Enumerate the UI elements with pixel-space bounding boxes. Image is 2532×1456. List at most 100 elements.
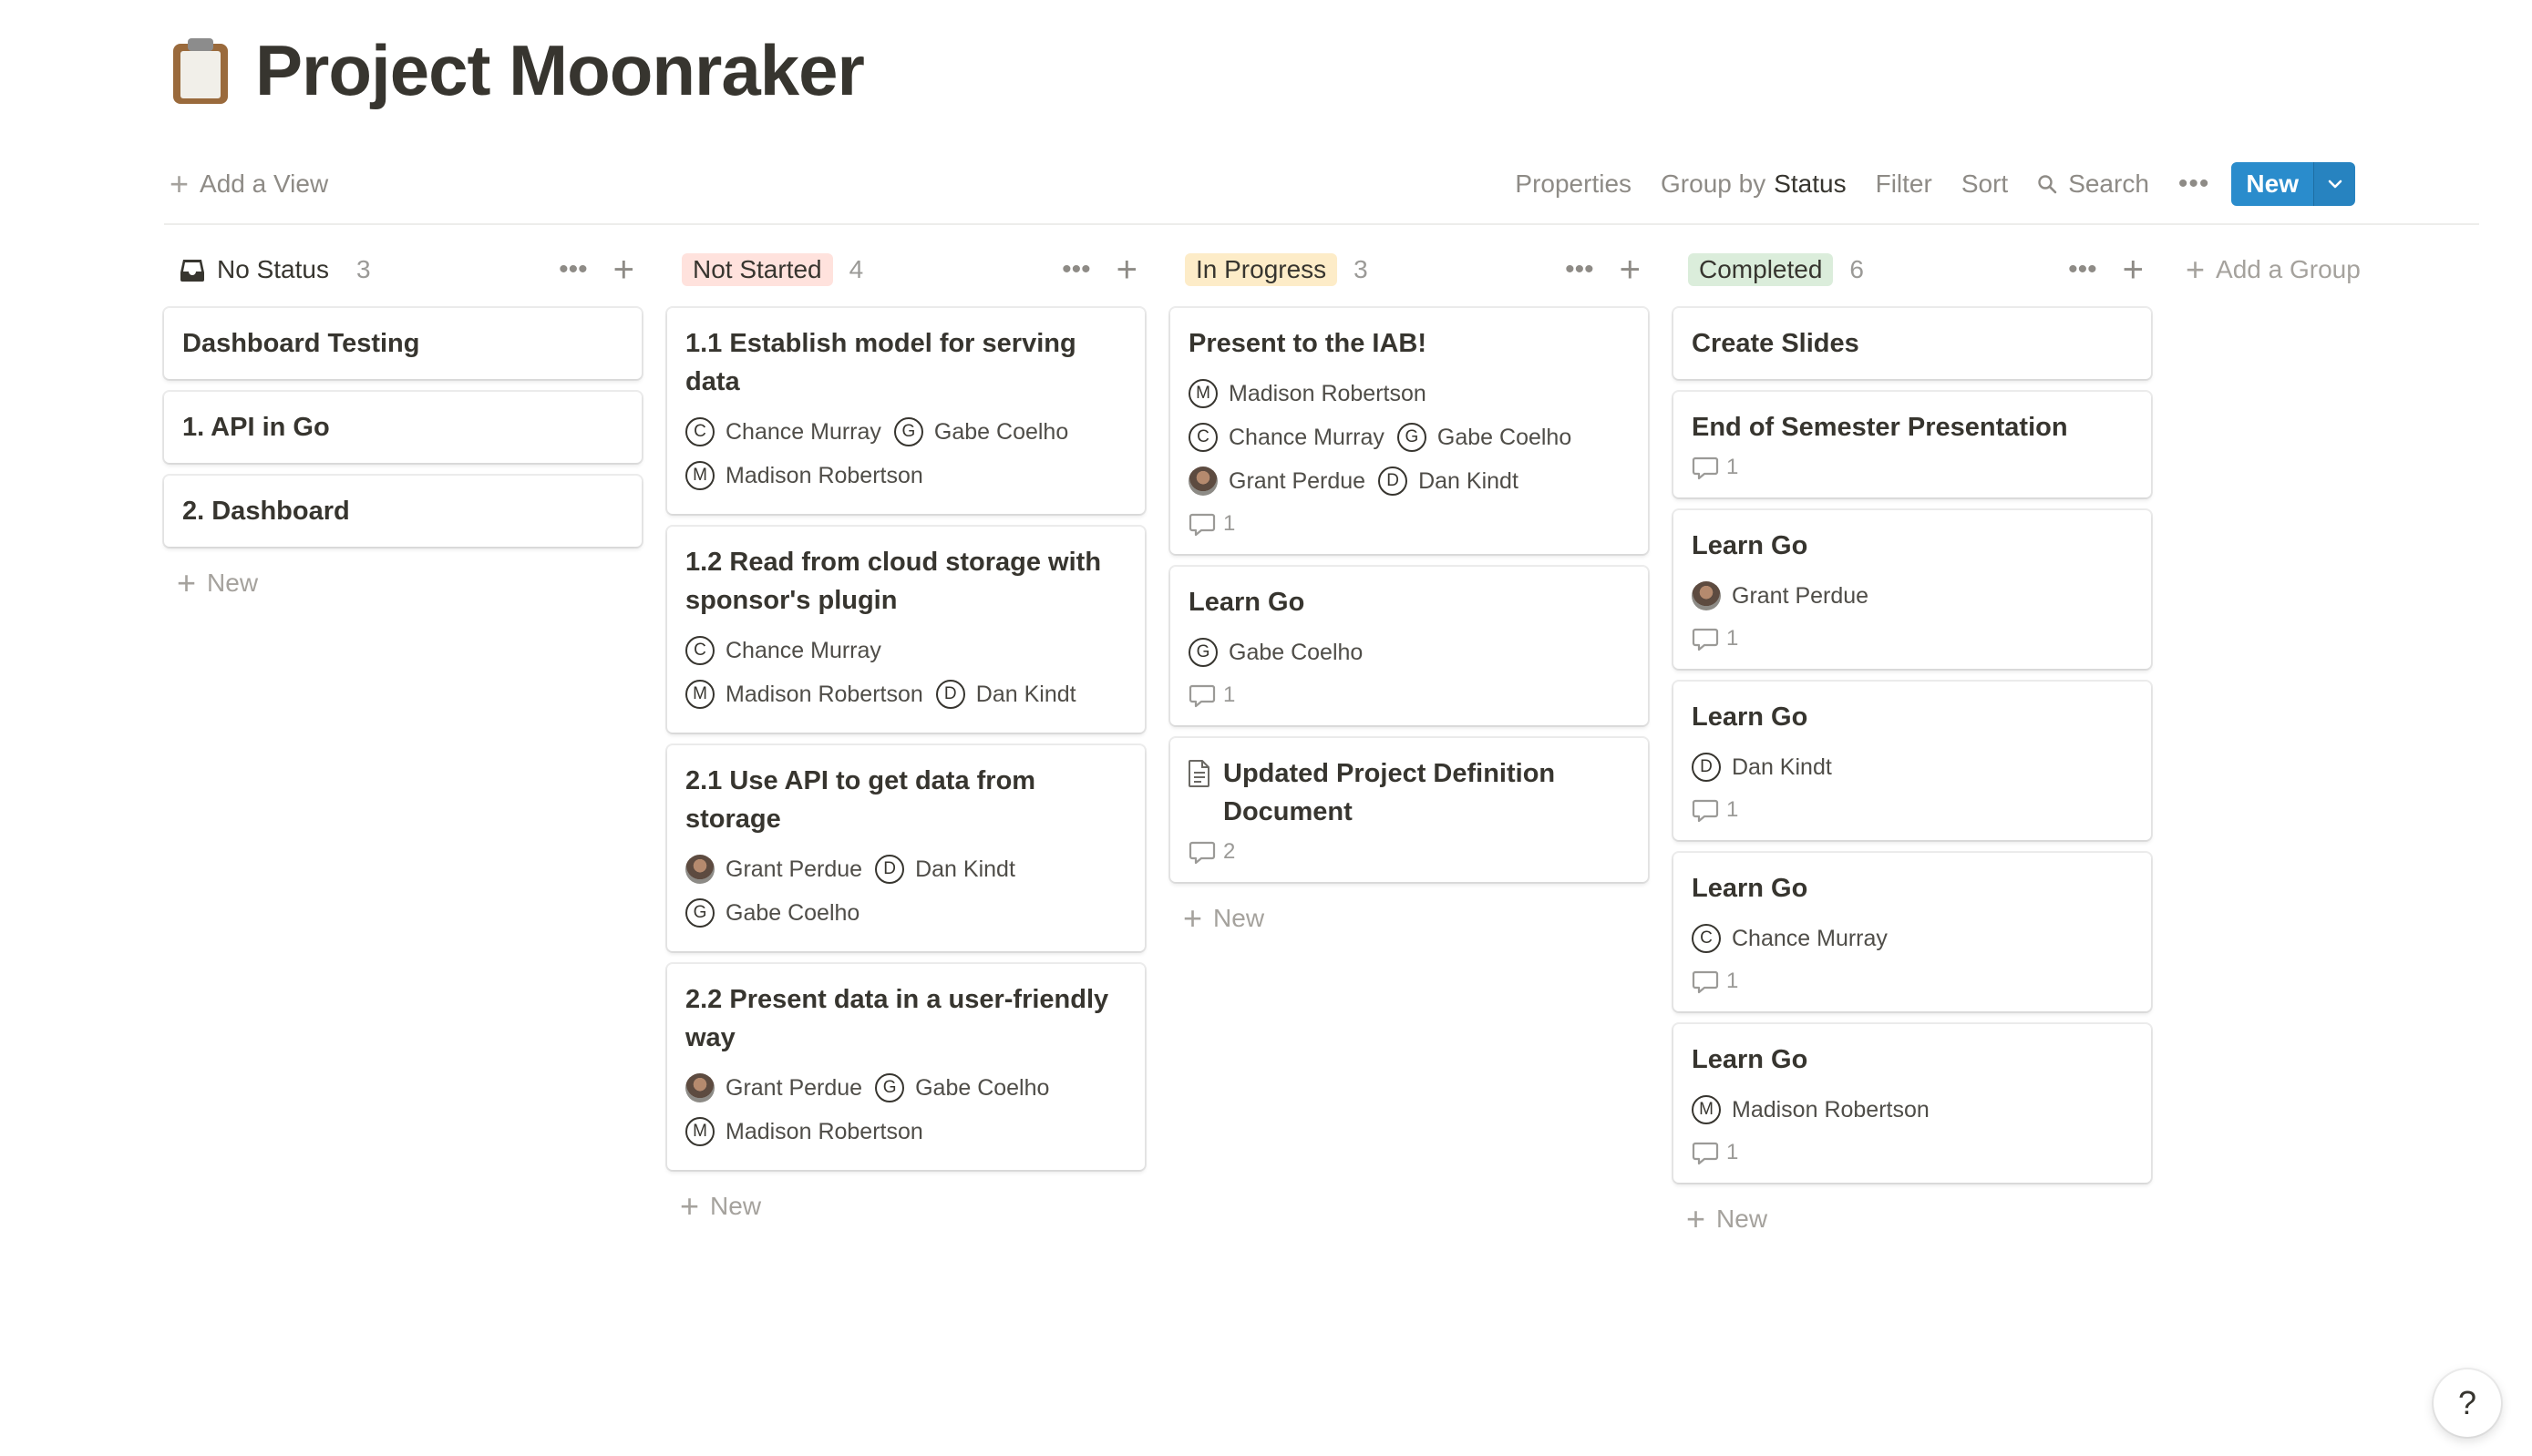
card-people: M Madison Robertson C Chance Murray G Gabe Co… xyxy=(1189,372,1630,503)
board-card[interactable]: 2.2 Present data in a user-friendly way G… xyxy=(667,964,1145,1170)
card-title: Updated Project Definition Document xyxy=(1223,759,1556,826)
avatar: G xyxy=(1189,638,1218,667)
board-column: Not Started 4 ••• +1.1 Establish model for … xyxy=(667,246,1145,1243)
card-title: 2.1 Use API to get data from storage xyxy=(685,766,1036,834)
new-button[interactable]: New xyxy=(2231,162,2313,206)
card-title-row: Learn Go xyxy=(1692,698,2133,736)
board-card[interactable]: Learn Go C Chance Murray 1 xyxy=(1673,853,2151,1011)
column-add-icon[interactable]: + xyxy=(613,251,634,288)
card-title-row: 2. Dashboard xyxy=(182,492,623,530)
plus-icon: + xyxy=(177,564,197,601)
board-card[interactable]: Dashboard Testing xyxy=(164,308,642,379)
card-title-row: 2.1 Use API to get data from storage xyxy=(685,762,1127,838)
group-by-button[interactable]: Group by Status xyxy=(1661,169,1847,199)
card-title: Learn Go xyxy=(1692,1045,1808,1074)
card-title: Learn Go xyxy=(1189,588,1305,617)
person-name: Madison Robertson xyxy=(726,1118,923,1144)
board-card[interactable]: 2.1 Use API to get data from storage Gran… xyxy=(667,745,1145,951)
column-add-icon[interactable]: + xyxy=(2123,251,2144,288)
person-tag: M Madison Robertson xyxy=(1692,1088,1930,1132)
board-card[interactable]: Create Slides xyxy=(1673,308,2151,379)
card-title-row: Learn Go xyxy=(1692,527,2133,565)
avatar: M xyxy=(1692,1095,1721,1124)
column-more-icon[interactable]: ••• xyxy=(2068,254,2097,285)
card-people: G Gabe Coelho xyxy=(1189,631,1630,674)
column-add-icon[interactable]: + xyxy=(1117,251,1137,288)
card-title-row: 1. API in Go xyxy=(182,408,623,446)
comment-count-value: 1 xyxy=(1223,682,1236,707)
card-people: Grant Perdue G Gabe Coelho M Madison Roberts… xyxy=(685,1066,1127,1154)
card-people: Grant Perdue xyxy=(1692,574,2133,618)
comment-count-value: 1 xyxy=(1726,1140,1739,1164)
filter-button[interactable]: Filter xyxy=(1876,169,1932,199)
board-card[interactable]: 1. API in Go xyxy=(164,392,642,463)
board-card[interactable]: 1.2 Read from cloud storage with sponsor… xyxy=(667,527,1145,733)
board-card[interactable]: End of Semester Presentation 1 xyxy=(1673,392,2151,497)
person-name: Dan Kindt xyxy=(1732,754,1832,780)
clipboard-icon[interactable] xyxy=(170,36,232,104)
properties-button[interactable]: Properties xyxy=(1515,169,1631,199)
card-title: 2.2 Present data in a user-friendly way xyxy=(685,985,1109,1052)
plus-icon: + xyxy=(1686,1200,1706,1237)
plus-icon: + xyxy=(680,1187,700,1225)
person-name: Grant Perdue xyxy=(726,856,863,882)
add-card-button[interactable]: + New xyxy=(1170,895,1648,942)
board-card[interactable]: 1.1 Establish model for serving data C Cha… xyxy=(667,308,1145,514)
board-card[interactable]: 2. Dashboard xyxy=(164,476,642,547)
card-title: 1. API in Go xyxy=(182,413,330,442)
status-label[interactable]: In Progress xyxy=(1185,253,1338,286)
avatar: G xyxy=(685,898,715,928)
status-label[interactable]: No Status xyxy=(217,253,340,286)
add-card-button[interactable]: + New xyxy=(1673,1195,2151,1243)
board-card[interactable]: Learn Go M Madison Robertson 1 xyxy=(1673,1024,2151,1183)
status-label[interactable]: Not Started xyxy=(682,253,833,286)
search-button[interactable]: Search xyxy=(2037,169,2149,199)
board-card[interactable]: Updated Project Definition Document 2 xyxy=(1170,738,1648,882)
board-card[interactable]: Learn Go D Dan Kindt 1 xyxy=(1673,682,2151,840)
person-tag: D Dan Kindt xyxy=(1692,745,1832,789)
add-group-button[interactable]: + Add a Group xyxy=(2177,246,2377,293)
add-card-button[interactable]: + New xyxy=(164,559,642,607)
avatar: D xyxy=(1692,753,1721,782)
person-tag: M Madison Robertson xyxy=(685,1110,923,1154)
board-card[interactable]: Learn Go Grant Perdue 1 xyxy=(1673,510,2151,669)
column-count: 3 xyxy=(1353,255,1368,283)
avatar: D xyxy=(875,855,905,884)
card-people: M Madison Robertson xyxy=(1692,1088,2133,1132)
board-card[interactable]: Present to the IAB! M Madison Robertson C Ch… xyxy=(1170,308,1648,554)
add-card-label: New xyxy=(1213,904,1265,932)
page-title[interactable]: Project Moonraker xyxy=(255,29,865,112)
sort-button[interactable]: Sort xyxy=(1961,169,2008,199)
card-people: D Dan Kindt xyxy=(1692,745,2133,789)
card-title-row: Dashboard Testing xyxy=(182,324,623,363)
person-name: Madison Robertson xyxy=(1732,1096,1930,1123)
help-button[interactable]: ? xyxy=(2434,1369,2501,1437)
avatar: M xyxy=(685,1117,715,1146)
new-dropdown-button[interactable] xyxy=(2313,162,2355,206)
avatar: C xyxy=(1189,423,1218,452)
plus-icon: + xyxy=(170,165,190,202)
toolbar-actions: Properties Group by Status Filter Sort S… xyxy=(1486,160,2355,208)
column-more-icon[interactable]: ••• xyxy=(1062,254,1091,285)
column-add-icon[interactable]: + xyxy=(1620,251,1641,288)
card-title-row: Updated Project Definition Document xyxy=(1189,754,1630,831)
card-title: Dashboard Testing xyxy=(182,329,420,358)
avatar xyxy=(685,855,715,884)
add-view-label: Add a View xyxy=(200,169,329,198)
column-more-icon[interactable]: ••• xyxy=(559,254,588,285)
board: No Status 3 ••• + Dashboard Testing 1. API in… xyxy=(164,246,2403,1243)
add-view-button[interactable]: + Add a View xyxy=(170,168,328,200)
card-title: End of Semester Presentation xyxy=(1692,413,2068,442)
status-label[interactable]: Completed xyxy=(1688,253,1834,286)
more-options-icon[interactable]: ••• xyxy=(2178,169,2210,200)
comment-count: 2 xyxy=(1189,838,1630,866)
board-column: In Progress 3 ••• + Present to the IAB! M Madi… xyxy=(1170,246,1648,1243)
board-card[interactable]: Learn Go G Gabe Coelho 1 xyxy=(1170,567,1648,725)
comment-count-value: 1 xyxy=(1726,455,1739,479)
add-group-label: Add a Group xyxy=(2216,255,2361,283)
column-count: 3 xyxy=(355,255,371,283)
comment-count: 1 xyxy=(1692,625,2133,652)
avatar xyxy=(685,1073,715,1102)
column-more-icon[interactable]: ••• xyxy=(1565,254,1594,285)
add-card-button[interactable]: + New xyxy=(667,1183,1145,1230)
